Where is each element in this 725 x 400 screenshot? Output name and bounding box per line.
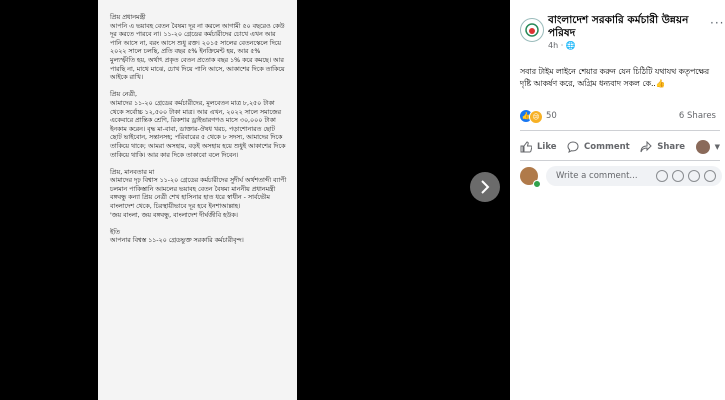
globe-icon: 🌐 bbox=[565, 41, 576, 50]
logo-icon bbox=[525, 23, 539, 37]
post-photo[interactable]: প্রিয় প্রধানমন্ত্রী আপনি এ ভয়াবহ বেতন … bbox=[98, 0, 297, 400]
comment-input[interactable]: Write a comment... bbox=[546, 166, 722, 186]
share-icon bbox=[640, 141, 652, 153]
post-side-panel: বাংলাদেশ সরকারি কর্মচারী উন্নয়ন পরিষদ 4… bbox=[510, 0, 725, 400]
comment-label: Comment bbox=[584, 142, 630, 152]
more-icon[interactable]: ··· bbox=[710, 16, 724, 30]
reaction-count[interactable]: 50 bbox=[546, 111, 557, 121]
avatar bbox=[695, 140, 710, 154]
like-label: Like bbox=[537, 142, 557, 152]
post-caption: সবার টাইম লাইনে শেয়ার করুন যেন চিঠিটি য… bbox=[520, 67, 709, 88]
page-logo[interactable] bbox=[520, 18, 544, 42]
emoji-icon[interactable] bbox=[656, 170, 668, 182]
divider bbox=[520, 160, 720, 161]
shares-count[interactable]: 6 Shares bbox=[679, 111, 716, 121]
post-header: বাংলাদেশ সরকারি কর্মচারী উন্নয়ন পরিষদ 4… bbox=[520, 12, 723, 52]
page-name-link[interactable]: বাংলাদেশ সরকারি কর্মচারী উন্নয়ন পরিষদ bbox=[548, 14, 698, 40]
like-button[interactable]: Like bbox=[520, 141, 557, 153]
chevron-down-icon: ▼ bbox=[714, 143, 720, 151]
reactions-bar: 👍 😢 50 6 Shares bbox=[520, 110, 720, 124]
share-label: Share bbox=[657, 142, 686, 152]
comment-button[interactable]: Comment bbox=[567, 141, 630, 153]
comment-placeholder: Write a comment... bbox=[556, 171, 638, 181]
post-time[interactable]: 4h · 🌐 bbox=[548, 41, 576, 50]
sad-icon: 😢 bbox=[529, 110, 543, 124]
comment-icon bbox=[567, 141, 579, 153]
chevron-right-icon bbox=[481, 180, 490, 194]
share-button[interactable]: Share bbox=[640, 141, 685, 153]
reaction-icons[interactable]: 👍 😢 bbox=[520, 110, 543, 124]
like-icon bbox=[520, 141, 532, 153]
sticker-icon[interactable] bbox=[704, 170, 716, 182]
next-photo-button[interactable] bbox=[470, 172, 500, 202]
photo-letter-text: প্রিয় প্রধানমন্ত্রী আপনি এ ভয়াবহ বেতন … bbox=[110, 14, 287, 245]
online-status-icon bbox=[533, 180, 541, 188]
camera-icon[interactable] bbox=[672, 170, 684, 182]
reaction-as-selector[interactable]: ▼ bbox=[695, 140, 720, 154]
comment-tools bbox=[656, 170, 716, 182]
comment-composer: Write a comment... bbox=[520, 166, 725, 188]
divider bbox=[520, 130, 720, 131]
gif-icon[interactable] bbox=[688, 170, 700, 182]
post-time-text: 4h bbox=[548, 41, 559, 50]
post-actions: Like Comment Share ▼ bbox=[520, 134, 720, 160]
photo-viewer: প্রিয় প্রধানমন্ত্রী আপনি এ ভয়াবহ বেতন … bbox=[0, 0, 510, 400]
